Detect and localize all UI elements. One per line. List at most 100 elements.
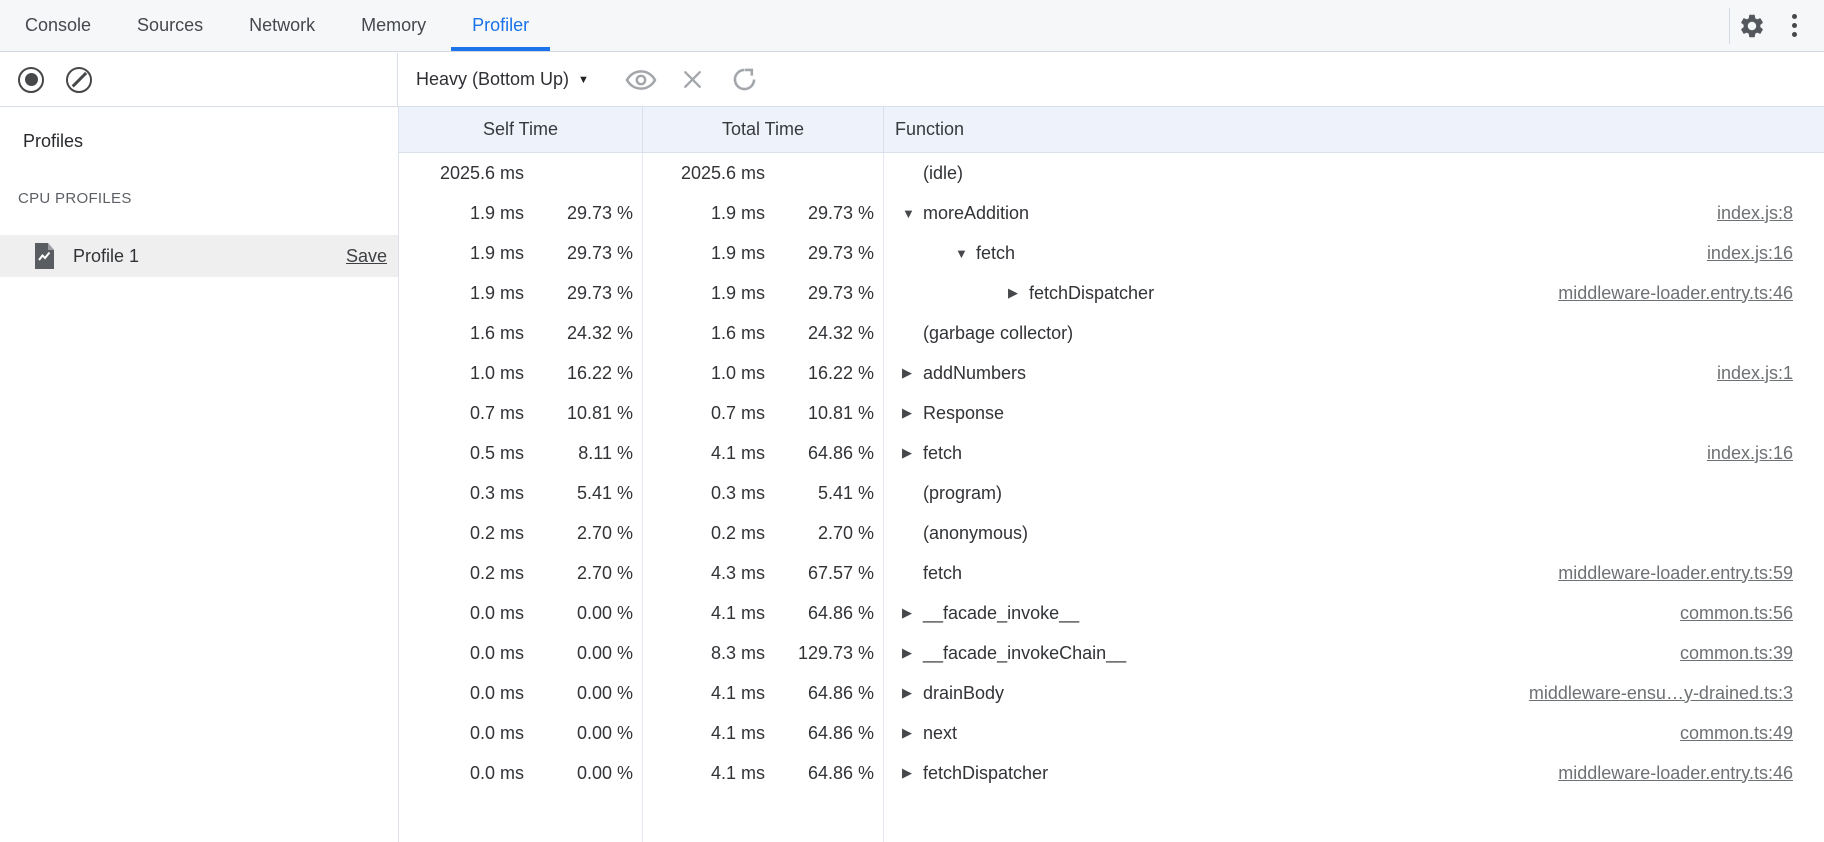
tree-expand-icon[interactable]: ▶ <box>902 685 916 701</box>
tree-expand-icon[interactable]: ▶ <box>902 405 916 421</box>
source-location-link[interactable]: middleware-loader.entry.ts:46 <box>1558 283 1824 304</box>
exclude-function-button[interactable] <box>675 62 711 98</box>
more-options-button[interactable] <box>1774 0 1814 51</box>
profile-table-row[interactable]: 1.6 ms24.32 %1.6 ms24.32 %(garbage colle… <box>399 313 1824 353</box>
profile-table-row[interactable]: 1.9 ms29.73 %1.9 ms29.73 %▼fetchindex.js… <box>399 233 1824 273</box>
restore-functions-button[interactable] <box>727 62 763 98</box>
column-header-self-time[interactable]: Self Time <box>399 107 643 152</box>
caret-down-icon: ▼ <box>578 74 589 86</box>
grid-header-row: Self Time Total Time Function <box>399 107 1824 153</box>
source-location-link[interactable]: middleware-ensu…y-drained.ts:3 <box>1529 683 1824 704</box>
function-name: addNumbers <box>923 363 1026 384</box>
source-location-link[interactable]: common.ts:39 <box>1680 643 1824 664</box>
tree-expand-icon[interactable]: ▶ <box>902 445 916 461</box>
time-ms-value: 0.0 ms <box>399 603 524 624</box>
tree-expand-icon[interactable]: ▶ <box>1008 285 1022 301</box>
time-ms-value: 0.0 ms <box>399 643 524 664</box>
grid-body: 2025.6 ms2025.6 ms(idle)1.9 ms29.73 %1.9… <box>399 153 1824 842</box>
time-percent-value: 0.00 % <box>524 723 643 744</box>
function-cell: ▶fetchDispatchermiddleware-loader.entry.… <box>884 763 1824 784</box>
source-location-link[interactable]: index.js:8 <box>1717 203 1824 224</box>
tab-memory[interactable]: Memory <box>340 0 447 51</box>
profile-table-row[interactable]: 0.2 ms2.70 %0.2 ms2.70 %(anonymous) <box>399 513 1824 553</box>
focus-function-button[interactable] <box>623 62 659 98</box>
time-ms-value: 0.3 ms <box>399 483 524 504</box>
settings-button[interactable] <box>1730 0 1774 51</box>
source-location-link[interactable]: index.js:16 <box>1707 243 1824 264</box>
source-location-link[interactable]: index.js:16 <box>1707 443 1824 464</box>
total-time-cell: 0.7 ms10.81 % <box>643 403 884 424</box>
time-ms-value: 8.3 ms <box>643 643 765 664</box>
profile-table-row[interactable]: 0.5 ms8.11 %4.1 ms64.86 %▶fetchindex.js:… <box>399 433 1824 473</box>
profile-table-row[interactable]: 2025.6 ms2025.6 ms(idle) <box>399 153 1824 193</box>
tree-collapse-icon[interactable]: ▼ <box>955 246 969 261</box>
time-ms-value: 4.3 ms <box>643 563 765 584</box>
time-percent-value: 129.73 % <box>765 643 884 664</box>
function-name: moreAddition <box>923 203 1029 224</box>
profile-table-row[interactable]: 0.7 ms10.81 %0.7 ms10.81 %▶Response <box>399 393 1824 433</box>
tab-strip: ConsoleSourcesNetworkMemoryProfiler <box>2 0 552 51</box>
profile-table-row[interactable]: 0.0 ms0.00 %8.3 ms129.73 % ▶ __facade_invo… <box>399 633 1824 673</box>
total-time-cell: 4.1 ms64.86 % <box>643 603 884 624</box>
source-location-link[interactable]: middleware-loader.entry.ts:59 <box>1558 563 1824 584</box>
self-time-cell: 0.0 ms0.00 % <box>399 763 643 784</box>
time-percent-value: 0.00 % <box>524 683 643 704</box>
time-ms-value: 4.1 ms <box>643 723 765 744</box>
profile-table-row[interactable]: 1.9 ms29.73 %1.9 ms29.73 %▶fetchDispatch… <box>399 273 1824 313</box>
time-percent-value: 10.81 % <box>524 403 643 424</box>
time-ms-value: 2025.6 ms <box>643 163 765 184</box>
tree-expand-icon[interactable]: ▶ <box>902 365 916 381</box>
time-ms-value: 1.0 ms <box>643 363 765 384</box>
total-time-cell: 8.3 ms129.73 % <box>643 643 884 664</box>
tab-profiler[interactable]: Profiler <box>451 0 550 51</box>
tree-expand-icon[interactable]: ▶ <box>902 605 916 621</box>
column-header-function[interactable]: Function <box>884 107 1824 152</box>
time-ms-value: 0.3 ms <box>643 483 765 504</box>
function-name: __facade_invokeChain__ <box>923 643 1126 664</box>
function-cell: ▶nextcommon.ts:49 <box>884 723 1824 744</box>
profile-table-row[interactable]: 1.9 ms29.73 %1.9 ms29.73 %▼moreAdditioni… <box>399 193 1824 233</box>
time-percent-value: 5.41 % <box>524 483 643 504</box>
profile-table-row[interactable]: 0.0 ms0.00 %4.1 ms64.86 %▶drainBodymiddl… <box>399 673 1824 713</box>
time-percent-value: 64.86 % <box>765 723 884 744</box>
save-profile-link[interactable]: Save <box>346 246 387 267</box>
source-location-link[interactable]: middleware-loader.entry.ts:46 <box>1558 763 1824 784</box>
profile-table-row[interactable]: 0.0 ms0.00 %4.1 ms64.86 %▶nextcommon.ts:… <box>399 713 1824 753</box>
time-ms-value: 0.2 ms <box>399 563 524 584</box>
time-percent-value: 64.86 % <box>765 683 884 704</box>
tree-collapse-icon[interactable]: ▼ <box>902 206 916 221</box>
profile-list-item[interactable]: Profile 1Save <box>0 235 398 277</box>
function-name: drainBody <box>923 683 1004 704</box>
toggle-recording-button[interactable] <box>13 62 49 98</box>
tab-sources[interactable]: Sources <box>116 0 224 51</box>
tree-expand-icon[interactable]: ▶ <box>902 645 916 661</box>
profile-table-row[interactable]: 0.0 ms0.00 %4.1 ms64.86 %▶__facade_invok… <box>399 593 1824 633</box>
function-cell: ▶fetchDispatchermiddleware-loader.entry.… <box>884 283 1824 304</box>
self-time-cell: 0.0 ms0.00 % <box>399 603 643 624</box>
function-name: fetch <box>923 563 962 584</box>
time-ms-value: 2025.6 ms <box>399 163 524 184</box>
time-percent-value: 0.00 % <box>524 643 643 664</box>
time-percent-value: 2.70 % <box>524 563 643 584</box>
profile-table-row[interactable]: 1.0 ms16.22 %1.0 ms16.22 %▶addNumbersind… <box>399 353 1824 393</box>
tree-expand-icon[interactable]: ▶ <box>902 725 916 741</box>
source-location-link[interactable]: common.ts:56 <box>1680 603 1824 624</box>
profile-table-row[interactable]: 0.3 ms5.41 %0.3 ms5.41 %(program) <box>399 473 1824 513</box>
profile-table-row[interactable]: 0.2 ms2.70 %4.3 ms67.57 %fetchmiddleware… <box>399 553 1824 593</box>
profile-table-row[interactable]: 0.0 ms0.00 %4.1 ms64.86 %▶fetchDispatche… <box>399 753 1824 793</box>
tree-expand-icon[interactable]: ▶ <box>902 765 916 781</box>
view-mode-dropdown[interactable]: Heavy (Bottom Up) ▼ <box>416 69 589 90</box>
time-percent-value: 0.00 % <box>524 763 643 784</box>
tab-console[interactable]: Console <box>4 0 112 51</box>
total-time-cell: 0.3 ms5.41 % <box>643 483 884 504</box>
tab-bar-spacer <box>552 0 1729 51</box>
column-header-total-time[interactable]: Total Time <box>643 107 884 152</box>
source-location-link[interactable]: index.js:1 <box>1717 363 1824 384</box>
time-ms-value: 4.1 ms <box>643 603 765 624</box>
source-location-link[interactable]: common.ts:49 <box>1680 723 1824 744</box>
clear-profiles-button[interactable] <box>61 62 97 98</box>
self-time-cell: 0.0 ms0.00 % <box>399 723 643 744</box>
self-time-cell: 0.0 ms0.00 % <box>399 643 643 664</box>
time-ms-value: 0.2 ms <box>643 523 765 544</box>
tab-network[interactable]: Network <box>228 0 336 51</box>
